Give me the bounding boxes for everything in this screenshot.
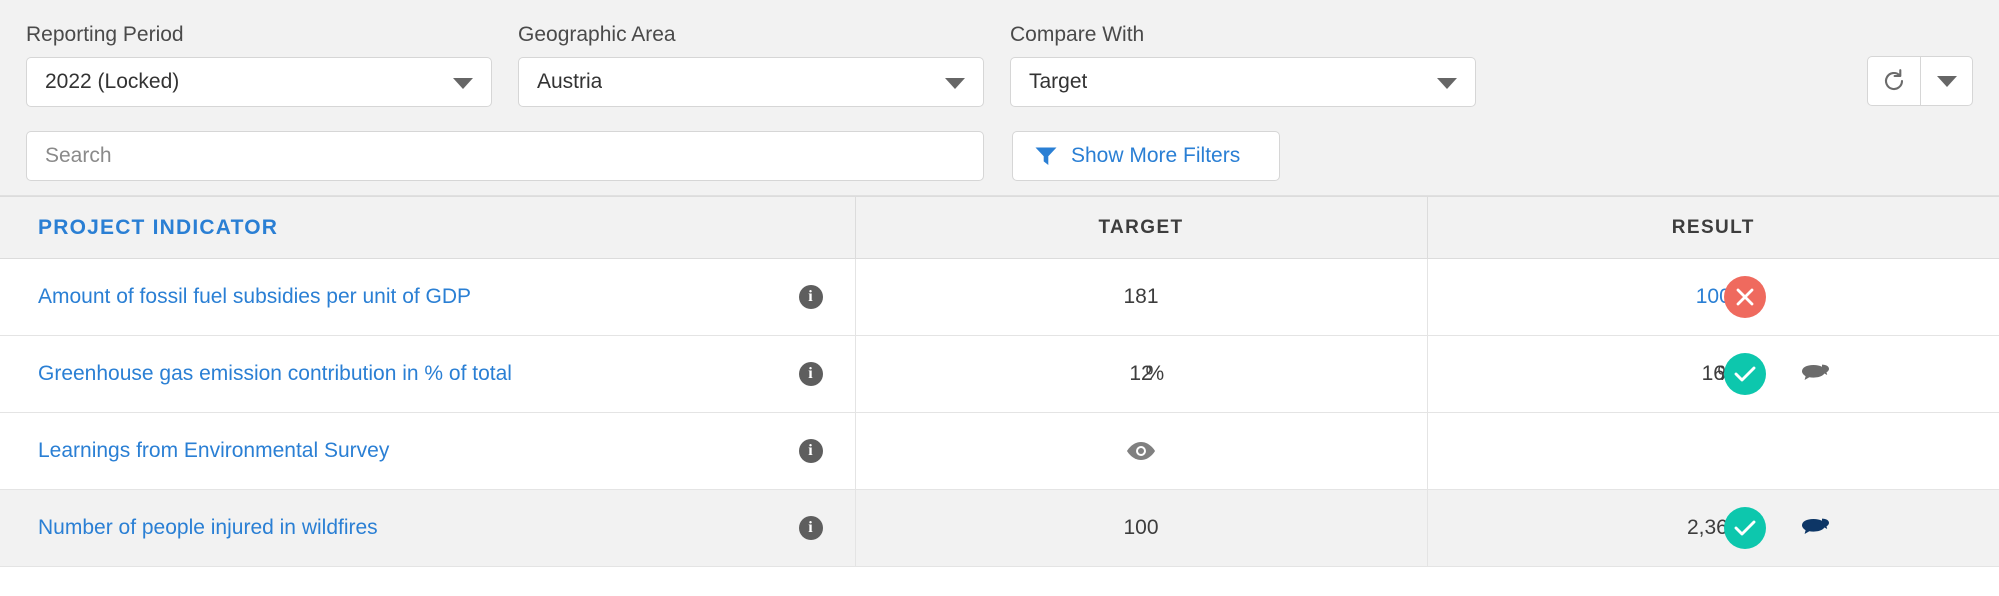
refresh-dropdown-button[interactable] <box>1920 57 1972 105</box>
table-header-row: PROJECT INDICATOR TARGET RESULT <box>0 196 1999 259</box>
compare-with-label: Compare With <box>1010 23 1145 46</box>
comment-button-active[interactable] <box>1800 515 1830 546</box>
info-icon[interactable]: i <box>798 516 823 540</box>
result-value-row: 100 <box>1428 259 1999 335</box>
cell-indicator: Number of people injured in wildfires i <box>0 489 856 567</box>
reporting-period-value: 2022 (Locked) <box>45 70 180 93</box>
comment-button[interactable] <box>1800 361 1830 392</box>
status-badge-fail[interactable] <box>1723 276 1766 318</box>
compare-with-select[interactable]: Target <box>1010 57 1476 107</box>
cell-indicator: Greenhouse gas emission contribution in … <box>0 335 856 413</box>
table-header: PROJECT INDICATOR TARGET RESULT <box>0 196 1999 259</box>
cell-result: 100 <box>1427 258 1999 336</box>
result-value: 2,360 <box>1686 516 1740 539</box>
result-value[interactable]: 100 <box>1428 285 1999 309</box>
cell-indicator: Learnings from Environmental Survey i <box>0 412 856 490</box>
target-value: 12 <box>1129 362 1153 385</box>
table-row[interactable]: Greenhouse gas emission contribution in … <box>0 335 1999 413</box>
indicators-table-wrapper: PROJECT INDICATOR TARGET RESULT Amount o… <box>0 196 1999 567</box>
chevron-down-icon <box>453 78 473 89</box>
indicator-link[interactable]: Number of people injured in wildfires <box>38 516 378 540</box>
geographic-area-value: Austria <box>537 70 603 93</box>
result-value-row: 16% <box>1428 336 1999 412</box>
table-row[interactable]: Amount of fossil fuel subsidies per unit… <box>0 258 1999 336</box>
target-value-row: 12% <box>856 336 1427 412</box>
check-icon <box>1734 366 1755 382</box>
info-icon[interactable]: i <box>798 362 823 386</box>
target-value: 181 <box>1123 285 1159 308</box>
indicator-link[interactable]: Amount of fossil fuel subsidies per unit… <box>38 285 471 309</box>
show-more-filters-label: Show More Filters <box>1071 144 1241 167</box>
reporting-period-label: Reporting Period <box>26 23 184 46</box>
result-value: 16 <box>1701 362 1725 385</box>
cell-result: 16% <box>1427 335 1999 413</box>
table-body: Amount of fossil fuel subsidies per unit… <box>0 258 1999 567</box>
indicator-link[interactable]: Greenhouse gas emission contribution in … <box>38 362 512 386</box>
search-box[interactable] <box>26 131 984 181</box>
table-row[interactable]: Number of people injured in wildfires i 10… <box>0 489 1999 567</box>
table-row[interactable]: Learnings from Environmental Survey i <box>0 412 1999 490</box>
target-unit: % <box>1145 362 1165 385</box>
status-badge-pass[interactable] <box>1723 507 1766 549</box>
indicators-table: PROJECT INDICATOR TARGET RESULT Amount o… <box>0 196 1999 567</box>
search-input[interactable] <box>45 144 965 168</box>
chevron-down-icon <box>945 78 965 89</box>
info-icon[interactable]: i <box>798 439 823 463</box>
geographic-area-label: Geographic Area <box>518 23 676 46</box>
reporting-period-select[interactable]: 2022 (Locked) <box>26 57 492 107</box>
filter-geographic-area: Geographic Area Austria <box>518 22 984 107</box>
target-value-row: 100 <box>856 490 1427 566</box>
show-more-filters-button[interactable]: Show More Filters <box>1012 131 1280 181</box>
column-header-indicator[interactable]: PROJECT INDICATOR <box>0 196 856 259</box>
compare-with-value: Target <box>1029 70 1088 93</box>
comment-icon[interactable] <box>1800 361 1830 387</box>
refresh-split-button <box>1867 56 1973 106</box>
result-value-row <box>1428 413 1999 489</box>
comment-icon[interactable] <box>1800 515 1830 541</box>
filter-compare-with: Compare With Target <box>1010 22 1476 107</box>
check-icon <box>1734 520 1755 536</box>
info-icon[interactable]: i <box>798 285 823 309</box>
status-badge-pass[interactable] <box>1723 353 1766 395</box>
target-value-row <box>856 413 1427 489</box>
close-icon <box>1736 288 1753 306</box>
eye-icon[interactable] <box>1126 441 1156 461</box>
cell-target: 100 <box>855 489 1428 567</box>
refresh-button[interactable] <box>1868 57 1920 105</box>
geographic-area-select[interactable]: Austria <box>518 57 984 107</box>
filter-bar: Reporting Period 2022 (Locked) Geographi… <box>0 0 1999 196</box>
column-header-result[interactable]: RESULT <box>1427 196 1999 259</box>
target-eye-wrapper[interactable] <box>856 441 1427 461</box>
cell-result: 2,360 <box>1427 489 1999 567</box>
column-header-target[interactable]: TARGET <box>855 196 1428 259</box>
chevron-down-icon <box>1936 75 1957 87</box>
filter-reporting-period: Reporting Period 2022 (Locked) <box>26 22 492 107</box>
cell-result <box>1427 412 1999 490</box>
target-value-row: 181 <box>856 259 1427 335</box>
cell-indicator: Amount of fossil fuel subsidies per unit… <box>0 258 856 336</box>
cell-target <box>855 412 1428 490</box>
result-value-row: 2,360 <box>1428 490 1999 566</box>
funnel-icon <box>1035 147 1057 165</box>
cell-target: 12% <box>855 335 1428 413</box>
target-value: 100 <box>1123 516 1159 539</box>
refresh-icon <box>1884 69 1904 90</box>
indicator-link[interactable]: Learnings from Environmental Survey <box>38 439 389 463</box>
cell-target: 181 <box>855 258 1428 336</box>
chevron-down-icon <box>1437 78 1457 89</box>
